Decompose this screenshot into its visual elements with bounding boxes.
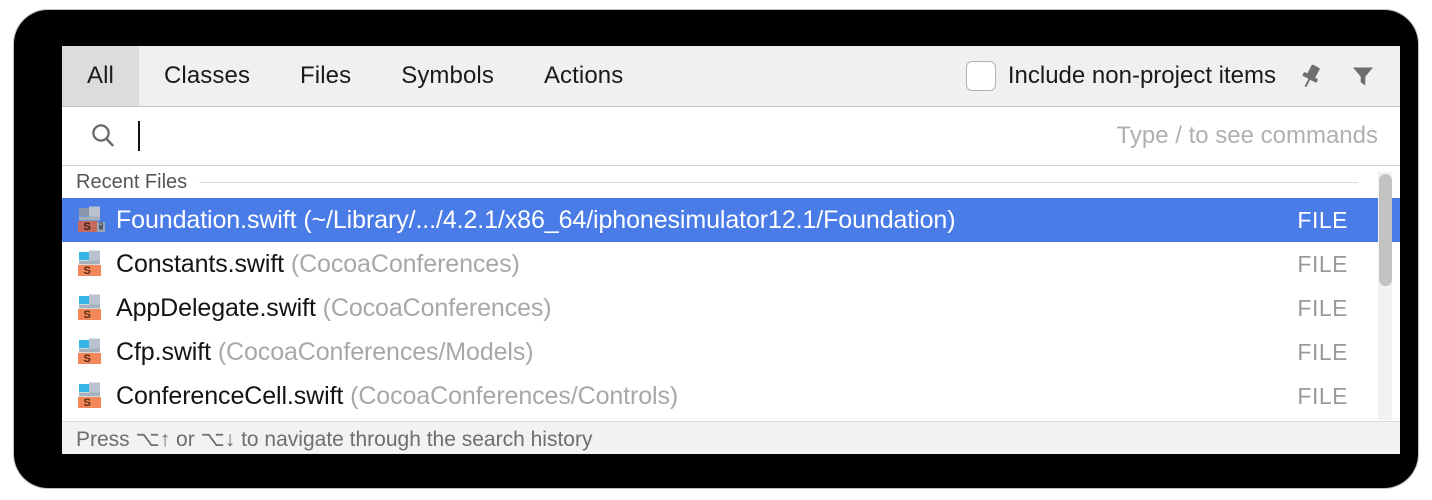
tab-classes-label: Classes bbox=[163, 62, 251, 89]
result-row-location: (~/Library/.../4.2.1/x86_64/iphonesimula… bbox=[303, 205, 956, 234]
search-commands-hint: Type / to see commands bbox=[1116, 122, 1378, 149]
result-row-foundation[interactable]: S Foundation.swift (~/Library/.../4.2.1/… bbox=[62, 198, 1400, 242]
result-row-location: (CocoaConferences) bbox=[290, 249, 520, 278]
svg-text:S: S bbox=[84, 353, 91, 365]
tab-bar: All Classes Files Symbols Actions Includ… bbox=[62, 46, 1400, 107]
result-row-cfp[interactable]: S Cfp.swift (CocoaConferences/Models) FI… bbox=[62, 330, 1400, 374]
svg-text:S: S bbox=[84, 397, 91, 409]
tab-symbols-label: Symbols bbox=[401, 62, 494, 89]
footer-hint-text: Press ⌥↑ or ⌥↓ to navigate through the s… bbox=[76, 427, 593, 451]
result-row-appdelegate[interactable]: S AppDelegate.swift (CocoaConferences) F… bbox=[62, 286, 1400, 330]
filter-icon[interactable] bbox=[1346, 59, 1380, 93]
result-row-location: (CocoaConferences/Controls) bbox=[350, 381, 679, 410]
result-row-kind: FILE bbox=[1297, 294, 1348, 321]
svg-text:S: S bbox=[84, 309, 91, 321]
search-everywhere-window: All Classes Files Symbols Actions Includ… bbox=[62, 46, 1400, 454]
result-row-label: Foundation.swift (~/Library/.../4.2.1/x8… bbox=[116, 206, 1297, 235]
scrollbar-thumb[interactable] bbox=[1379, 174, 1392, 286]
search-row[interactable]: Type / to see commands bbox=[62, 107, 1400, 166]
include-non-project-items-label: Include non-project items bbox=[1007, 62, 1276, 89]
include-non-project-items-checkbox[interactable]: Include non-project items bbox=[965, 61, 1276, 91]
results-scrollbar[interactable] bbox=[1378, 172, 1392, 420]
swift-file-icon: S bbox=[76, 337, 106, 367]
window-frame: All Classes Files Symbols Actions Includ… bbox=[14, 10, 1418, 488]
result-row-kind: FILE bbox=[1297, 382, 1348, 409]
svg-text:S: S bbox=[84, 221, 91, 233]
tab-actions-label: Actions bbox=[543, 62, 624, 89]
group-header-recent-files: Recent Files bbox=[62, 166, 1400, 198]
result-row-conferencecell[interactable]: S ConferenceCell.swift (CocoaConferences… bbox=[62, 374, 1400, 418]
search-input[interactable] bbox=[140, 116, 1117, 156]
result-row-constants[interactable]: S Constants.swift (CocoaConferences) FIL… bbox=[62, 242, 1400, 286]
swift-file-icon: S bbox=[76, 249, 106, 279]
tab-actions[interactable]: Actions bbox=[519, 46, 648, 106]
results-list: Recent Files S Foundation.swift (~/Libra… bbox=[62, 166, 1400, 421]
group-label: Recent Files bbox=[76, 170, 188, 193]
pin-icon[interactable] bbox=[1294, 59, 1328, 93]
result-row-label: Constants.swift (CocoaConferences) bbox=[116, 250, 1297, 279]
tab-all[interactable]: All bbox=[62, 46, 139, 106]
result-row-name: Cfp.swift bbox=[116, 337, 211, 366]
footer-hint-bar: Press ⌥↑ or ⌥↓ to navigate through the s… bbox=[62, 421, 1400, 454]
swift-file-icon: S bbox=[76, 381, 106, 411]
result-row-label: AppDelegate.swift (CocoaConferences) bbox=[116, 294, 1297, 323]
result-row-name: AppDelegate.swift bbox=[116, 293, 316, 322]
tab-files-label: Files bbox=[300, 62, 352, 89]
result-row-name: ConferenceCell.swift bbox=[116, 381, 344, 410]
tab-files[interactable]: Files bbox=[275, 46, 376, 106]
result-row-kind: FILE bbox=[1297, 338, 1348, 365]
tab-bar-actions: Include non-project items bbox=[965, 46, 1400, 106]
swift-file-locked-icon: S bbox=[76, 205, 106, 235]
result-row-label: ConferenceCell.swift (CocoaConferences/C… bbox=[116, 382, 1297, 411]
checkbox-box[interactable] bbox=[965, 61, 996, 91]
swift-file-icon: S bbox=[76, 293, 106, 323]
tab-symbols[interactable]: Symbols bbox=[376, 46, 519, 106]
result-row-label: Cfp.swift (CocoaConferences/Models) bbox=[116, 338, 1297, 367]
result-row-location: (CocoaConferences) bbox=[322, 293, 552, 322]
result-row-location: (CocoaConferences/Models) bbox=[217, 337, 534, 366]
svg-text:S: S bbox=[84, 265, 91, 277]
result-row-kind: FILE bbox=[1297, 250, 1348, 277]
result-row-kind: FILE bbox=[1297, 206, 1348, 233]
result-row-name: Foundation.swift bbox=[116, 205, 297, 234]
group-divider bbox=[199, 181, 1358, 183]
search-icon bbox=[86, 119, 120, 153]
result-row-name: Constants.swift bbox=[116, 249, 285, 278]
tab-classes[interactable]: Classes bbox=[139, 46, 275, 106]
tab-all-label: All bbox=[87, 62, 114, 89]
